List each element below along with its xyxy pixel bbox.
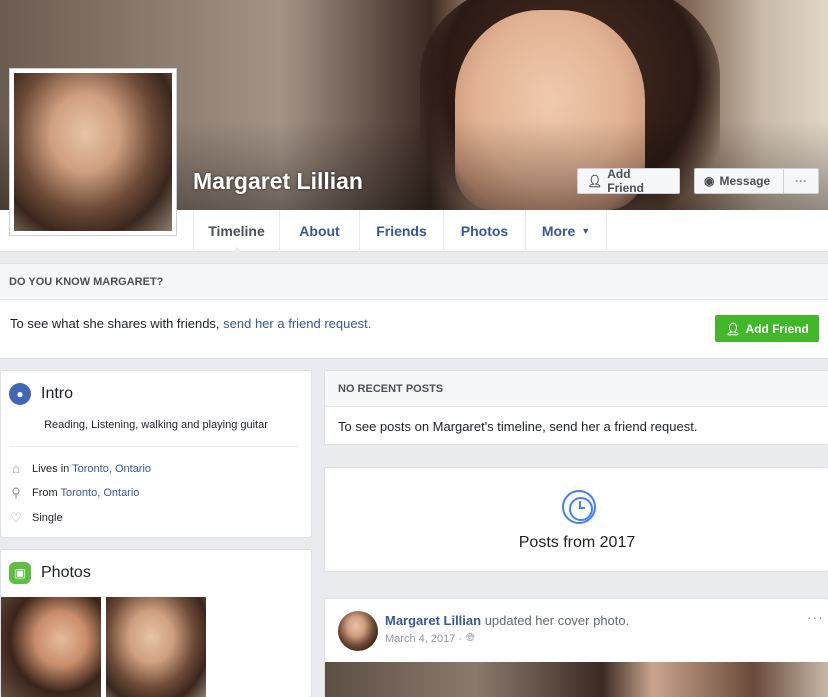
tab-friends-label: Friends [376, 223, 427, 239]
intro-header: ● Intro [9, 383, 73, 405]
post-card: Margaret Lillian updated her cover photo… [324, 598, 828, 697]
tab-photos[interactable]: Photos [443, 210, 525, 252]
post-menu-button[interactable]: ··· [807, 609, 824, 625]
heart-icon: ♡ [10, 510, 22, 525]
tab-more[interactable]: More ▼ [525, 210, 607, 252]
post-image[interactable] [325, 662, 828, 697]
post-meta: March 4, 2017 · 🌐︎ [385, 632, 475, 645]
tab-more-label: More [541, 223, 576, 239]
add-friend-green-button[interactable]: 👤︎ Add Friend [715, 315, 819, 342]
from-link[interactable]: Toronto, Ontario [61, 487, 140, 499]
photos-card: ▣ Photos [0, 549, 312, 697]
tab-about[interactable]: About [279, 210, 359, 252]
intro-title: Intro [41, 385, 74, 402]
post-header: Margaret Lillian updated her cover photo… [385, 613, 629, 628]
photos-header[interactable]: ▣ Photos [9, 562, 91, 584]
tab-about-label: About [299, 223, 340, 239]
tab-photos-label: Photos [460, 223, 509, 239]
photo-icon: ▣ [9, 562, 31, 584]
lives-in-link[interactable]: Toronto, Ontario [72, 463, 151, 475]
relationship-status: Single [32, 512, 63, 524]
more-options-button[interactable]: ··· [783, 168, 819, 194]
year-section-card[interactable]: Posts from 2017 [324, 467, 828, 572]
profile-name[interactable]: Margaret Lillian [193, 168, 363, 195]
clock-hand-minute [579, 507, 585, 509]
from-prefix: From [32, 487, 61, 499]
lives-in-prefix: Lives in [32, 462, 73, 475]
photo-thumbnail[interactable] [1, 597, 101, 697]
profile-picture-image [14, 73, 172, 231]
tab-timeline[interactable]: Timeline [193, 210, 279, 253]
add-person-icon: 👤︎ [587, 174, 603, 188]
add-person-icon: 👤︎ [725, 321, 741, 336]
caret-down-icon: ▼ [581, 226, 591, 236]
globe-icon: 🌐︎ [466, 632, 475, 644]
friend-suggestion-body: To see what she shares with friends, [10, 316, 224, 331]
more-options-label: ··· [795, 174, 807, 188]
photo-thumbnail[interactable] [106, 597, 206, 697]
relationship-row: ♡ Single [9, 510, 63, 526]
message-button[interactable]: ◉ Message [694, 168, 784, 194]
lives-in-row: ⌂ Lives in Toronto, Ontario [9, 461, 151, 476]
intro-card: ● Intro Reading, Listening, walking and … [0, 370, 312, 538]
friend-suggestion-box: DO YOU KNOW MARGARET? To see what she sh… [0, 263, 828, 359]
add-friend-green-label: Add Friend [745, 321, 809, 336]
year-section-label: Posts from 2017 [518, 534, 636, 551]
friend-suggestion-heading: DO YOU KNOW MARGARET? [0, 264, 828, 300]
no-recent-posts-card: NO RECENT POSTS To see posts on Margaret… [324, 370, 828, 445]
location-pin-icon: ⚲ [11, 485, 21, 500]
message-label: Message [719, 174, 771, 188]
friend-suggestion-text: To see what she shares with friends, sen… [10, 316, 371, 331]
send-friend-request-link[interactable]: send her a friend request. [223, 316, 371, 331]
post-author-link[interactable]: Margaret Lillian [385, 613, 481, 628]
no-recent-posts-text: To see posts on Margaret's timeline, sen… [338, 419, 698, 434]
home-icon: ⌂ [12, 461, 20, 476]
tab-timeline-label: Timeline [208, 223, 265, 239]
post-date[interactable]: March 4, 2017 · [385, 633, 462, 645]
profile-picture[interactable] [9, 68, 177, 236]
globe-icon: ● [9, 383, 31, 405]
photos-title: Photos [41, 564, 91, 581]
post-action: updated her cover photo. [481, 613, 630, 628]
intro-divider [9, 446, 299, 447]
messenger-icon: ◉ [704, 174, 715, 188]
tab-friends[interactable]: Friends [359, 210, 443, 252]
intro-bio: Reading, Listening, walking and playing … [44, 419, 268, 431]
add-friend-button[interactable]: 👤︎ Add Friend [577, 167, 680, 195]
avatar[interactable] [338, 611, 378, 651]
no-recent-posts-heading: NO RECENT POSTS [325, 371, 828, 407]
add-friend-label: Add Friend [607, 167, 644, 195]
from-row: ⚲ From Toronto, Ontario [9, 485, 139, 501]
clock-icon [562, 490, 596, 524]
